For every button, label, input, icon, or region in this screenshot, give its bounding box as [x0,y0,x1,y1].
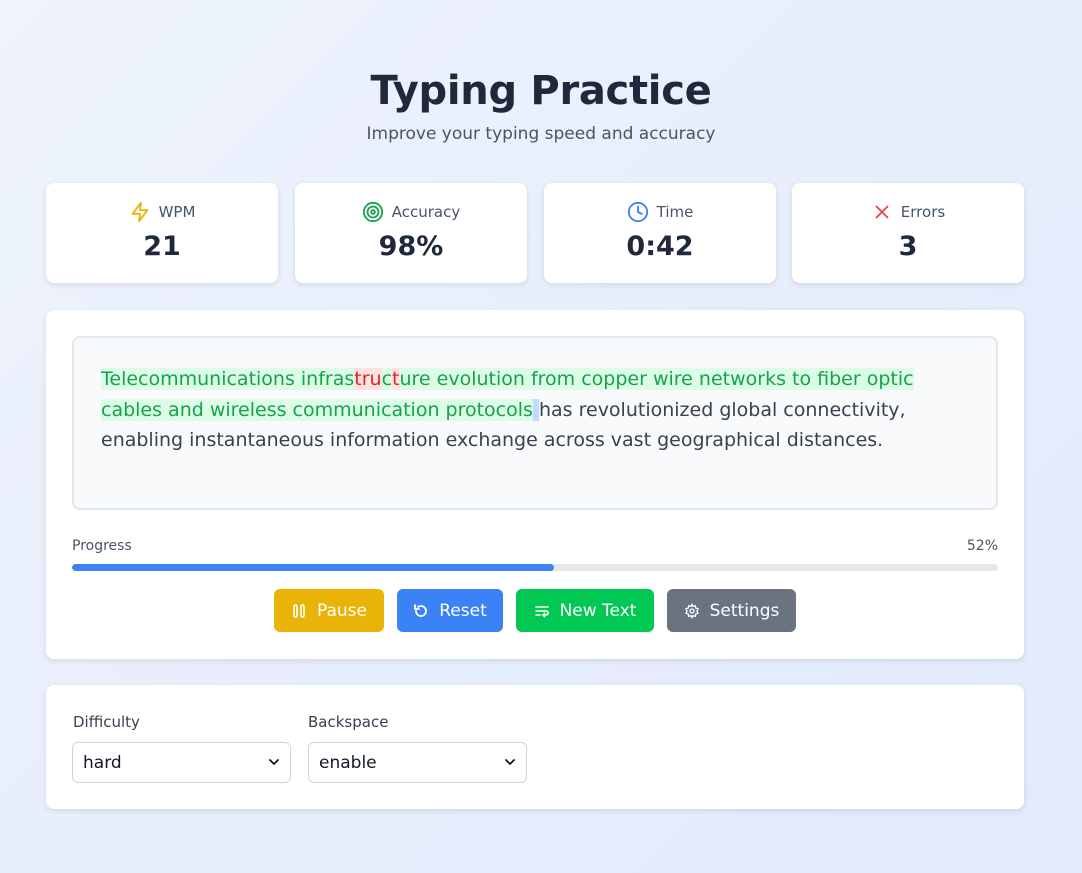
progress-label: Progress [72,538,132,554]
typed-error-char: t [392,368,400,390]
progress-header: Progress 52% [72,538,998,554]
page-header: Typing Practice Improve your typing spee… [0,66,1082,144]
text-wrap-icon [534,603,550,619]
pause-icon [291,603,307,619]
difficulty-value: hard [83,752,122,773]
typing-text-area[interactable]: Telecommunications infrastructure evolut… [72,336,998,510]
stat-card-time: Time 0:42 [544,183,776,283]
typed-error-char: u [369,368,382,390]
x-icon [871,201,893,223]
progress-bar-fill [72,564,554,571]
reset-button[interactable]: Reset [397,589,503,632]
reset-icon [413,603,429,619]
stat-value-accuracy: 98% [378,231,444,262]
stat-value-wpm: 21 [143,231,181,262]
stat-card-errors: Errors 3 [792,183,1024,283]
stat-card-accuracy: Accuracy 98% [295,183,527,283]
stat-label-errors: Errors [900,203,946,221]
progress-bar [72,564,998,571]
typed-correct-text: Telecommunications infras [101,368,355,390]
stat-label-accuracy: Accuracy [391,203,461,221]
pause-button-label: Pause [317,600,367,621]
typing-card: Telecommunications infrastructure evolut… [46,310,1024,659]
new-text-button[interactable]: New Text [516,589,654,632]
clock-icon [627,201,649,223]
stat-value-time: 0:42 [626,231,694,262]
typed-correct-text: c [381,368,393,390]
backspace-select[interactable]: enable [308,742,527,783]
difficulty-label: Difficulty [73,713,140,731]
chevron-down-icon [504,753,516,773]
options-card: Difficulty hard Backspace enable [46,685,1024,809]
settings-button[interactable]: Settings [667,589,796,632]
stat-label-wpm: WPM [158,203,196,221]
page-title: Typing Practice [370,68,712,114]
stat-value-errors: 3 [898,231,918,262]
page-subtitle: Improve your typing speed and accuracy [366,124,716,144]
typed-error-char: r [361,368,370,390]
backspace-value: enable [319,752,377,773]
chevron-down-icon [268,753,280,773]
target-icon [362,201,384,223]
progress-percent: 52% [966,538,998,554]
backspace-label: Backspace [308,713,389,731]
lightning-icon [129,201,151,223]
stat-card-wpm: WPM 21 [46,183,278,283]
settings-button-label: Settings [709,600,780,621]
stat-label-time: Time [656,203,694,221]
gear-icon [684,602,700,619]
new-text-button-label: New Text [559,600,637,621]
reset-button-label: Reset [439,600,487,621]
typed-error-char: t [354,368,362,390]
difficulty-select[interactable]: hard [72,742,291,783]
pause-button[interactable]: Pause [274,589,384,632]
